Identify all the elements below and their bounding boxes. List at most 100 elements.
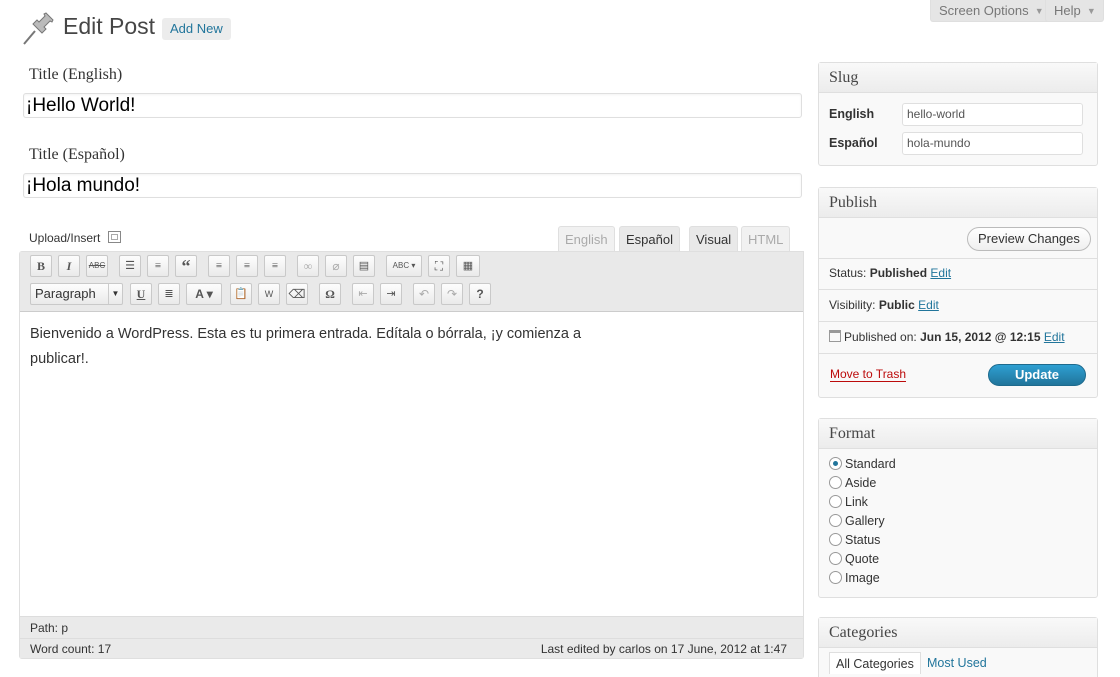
publish-box-title: Publish [819, 188, 1097, 218]
underline-icon[interactable]: U [130, 283, 152, 305]
media-icon [107, 231, 121, 243]
tab-most-used[interactable]: Most Used [921, 652, 993, 674]
add-new-button[interactable]: Add New [162, 18, 231, 40]
format-status-radio[interactable]: Status [829, 533, 880, 547]
format-option-label: Aside [845, 476, 877, 490]
indent-icon[interactable]: ⇥ [380, 283, 402, 305]
path-bar: Path: p [20, 616, 803, 638]
title-english-label: Title (English) [29, 66, 123, 83]
slug-espanol-label: Español [829, 136, 878, 150]
upload-insert-label: Upload/Insert [29, 231, 101, 245]
page-title: Edit Post [63, 13, 156, 39]
visibility-label: Visibility: [829, 298, 876, 312]
format-aside-radio[interactable]: Aside [829, 476, 876, 490]
align-right-icon[interactable]: ≡ [264, 255, 286, 277]
blockquote-icon[interactable]: “ [175, 255, 197, 277]
visibility-edit-link[interactable]: Edit [918, 298, 939, 312]
path-element[interactable]: p [61, 621, 68, 635]
last-edited: Last edited by carlos on 17 June, 2012 a… [540, 642, 787, 656]
omega-icon[interactable]: Ω [319, 283, 341, 305]
radio-icon [829, 495, 842, 508]
outdent-icon[interactable]: ⇤ [352, 283, 374, 305]
format-quote-radio[interactable]: Quote [829, 552, 879, 566]
format-option-label: Image [845, 571, 880, 585]
radio-icon [829, 476, 842, 489]
move-to-trash-link[interactable]: Move to Trash [830, 367, 907, 382]
radio-checked-icon [829, 457, 842, 470]
status-label: Status: [829, 266, 867, 280]
radio-icon [829, 552, 842, 565]
radio-icon [829, 571, 842, 584]
format-option-label: Quote [845, 552, 880, 566]
paste-word-icon[interactable]: W [258, 283, 280, 305]
bold-icon[interactable]: B [30, 255, 52, 277]
italic-icon[interactable]: I [58, 255, 80, 277]
tab-espanol[interactable]: Español [619, 226, 680, 252]
upload-insert-link[interactable]: Upload/Insert [29, 231, 121, 245]
text-color-icon[interactable]: A ▾ [186, 283, 222, 305]
categories-box-title: Categories [819, 618, 1097, 648]
triangle-down-icon: ▼ [1034, 6, 1044, 16]
slug-espanol-input[interactable]: hola-mundo [902, 132, 1083, 155]
title-english-input[interactable]: ¡Hello World! [23, 93, 802, 118]
format-standard-radio[interactable]: Standard [829, 457, 896, 471]
link-icon[interactable]: ∞ [297, 255, 319, 277]
fullscreen-icon[interactable]: ⛶ [428, 255, 450, 277]
triangle-down-icon: ▼ [1086, 6, 1096, 16]
align-center-icon[interactable]: ≡ [236, 255, 258, 277]
help-button[interactable]: Help ▼ [1045, 0, 1104, 22]
tab-visual[interactable]: Visual [689, 226, 739, 252]
paste-text-icon[interactable]: 📋 [230, 283, 252, 305]
status-row: Status: Published Edit [829, 266, 951, 280]
editor: B I ABC ☰ ≡ “ ≡ ≡ ≡ ∞ ⌀ ▤ ABC ▾ ⛶ ▦ Para… [19, 251, 804, 659]
slug-english-label: English [829, 107, 875, 121]
format-option-label: Gallery [845, 514, 885, 528]
word-count: Word count: 17 [30, 642, 112, 656]
slug-english-input[interactable]: hello-world [902, 103, 1083, 126]
slug-box: Slug English hello-world Español hola-mu… [818, 62, 1098, 166]
title-spanish-input[interactable]: ¡Hola mundo! [23, 173, 802, 198]
format-link-radio[interactable]: Link [829, 495, 868, 509]
calendar-icon [829, 330, 841, 342]
screen-options-label: Screen Options [939, 3, 1029, 18]
help-label: Help [1054, 3, 1081, 18]
unlink-icon[interactable]: ⌀ [325, 255, 347, 277]
format-box-title: Format [819, 419, 1097, 449]
format-select[interactable]: Paragraph ▼ [30, 283, 123, 305]
format-option-label: Status [845, 533, 881, 547]
format-select-label: Paragraph [35, 286, 96, 301]
justify-icon[interactable]: ≣ [158, 283, 180, 305]
help-icon[interactable]: ? [469, 283, 491, 305]
tab-all-categories[interactable]: All Categories [829, 652, 921, 674]
spellcheck-icon[interactable]: ABC ▾ [386, 255, 422, 277]
update-button[interactable]: Update [988, 364, 1086, 386]
numbered-list-icon[interactable]: ≡ [147, 255, 169, 277]
kitchen-sink-icon[interactable]: ▦ [456, 255, 480, 277]
align-left-icon[interactable]: ≡ [208, 255, 230, 277]
tab-html[interactable]: HTML [741, 226, 791, 252]
more-tag-icon[interactable]: ▤ [353, 255, 375, 277]
status-edit-link[interactable]: Edit [930, 266, 951, 280]
format-option-label: Link [845, 495, 868, 509]
publish-box: Publish Preview Changes Status: Publishe… [818, 187, 1098, 398]
radio-icon [829, 514, 842, 527]
strikethrough-icon[interactable]: ABC [86, 255, 108, 277]
title-spanish-label: Title (Español) [29, 146, 125, 163]
status-value: Published [869, 266, 928, 280]
redo-icon[interactable]: ↷ [441, 283, 463, 305]
slug-box-title: Slug [819, 63, 1097, 93]
format-box: Format Standard Aside Link Gallery Statu… [818, 418, 1098, 598]
editor-content[interactable]: Bienvenido a WordPress. Esta es tu prime… [30, 322, 610, 372]
format-gallery-radio[interactable]: Gallery [829, 514, 885, 528]
preview-changes-button[interactable]: Preview Changes [967, 227, 1091, 251]
editor-toolbar: B I ABC ☰ ≡ “ ≡ ≡ ≡ ∞ ⌀ ▤ ABC ▾ ⛶ ▦ Para… [20, 252, 803, 312]
chevron-down-icon: ▼ [108, 284, 122, 304]
format-image-radio[interactable]: Image [829, 571, 880, 585]
eraser-icon[interactable]: ⌫ [286, 283, 308, 305]
screen-options-button[interactable]: Screen Options ▼ [930, 0, 1052, 22]
tab-english[interactable]: English [558, 226, 615, 252]
undo-icon[interactable]: ↶ [413, 283, 435, 305]
bullet-list-icon[interactable]: ☰ [119, 255, 141, 277]
pushpin-icon [20, 12, 56, 46]
published-edit-link[interactable]: Edit [1044, 330, 1065, 344]
